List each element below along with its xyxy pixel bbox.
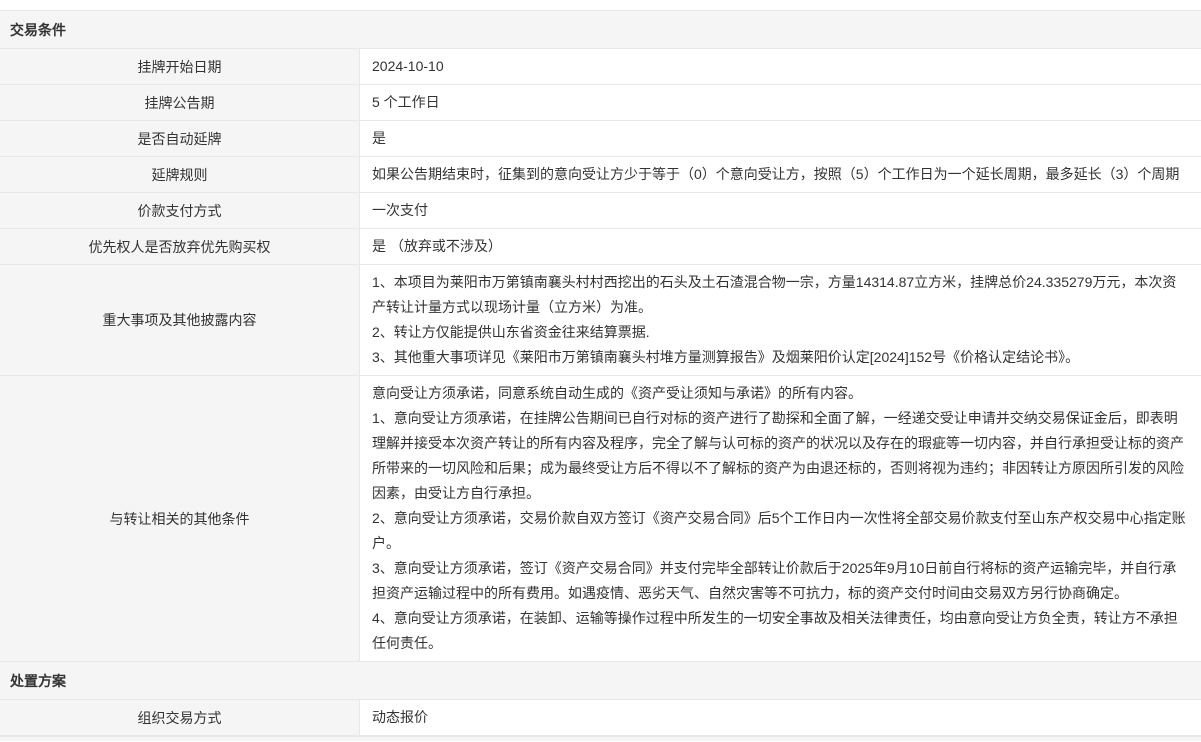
row-value: 是: [360, 121, 1201, 156]
row-label: 价款支付方式: [0, 193, 360, 228]
table-row: 挂牌开始日期 2024-10-10: [0, 49, 1201, 85]
row-label: 挂牌开始日期: [0, 49, 360, 84]
row-label: 挂牌公告期: [0, 85, 360, 120]
row-value: 意向受让方须承诺，同意系统自动生成的《资产受让须知与承诺》的所有内容。1、意向受…: [360, 376, 1201, 661]
value-paragraph: 如果公告期结束时，征集到的意向受让方少于等于（0）个意向受让方，按照（5）个工作…: [372, 162, 1189, 187]
row-label: 重大事项及其他披露内容: [0, 265, 360, 375]
row-value: 1、本项目为莱阳市万第镇南襄头村村西挖出的石头及土石渣混合物一宗，方量14314…: [360, 265, 1201, 375]
table-row: 组织交易方式 动态报价: [0, 700, 1201, 736]
value-paragraph: 4、意向受让方须承诺，在装卸、运输等操作过程中所发生的一切安全事故及相关法律责任…: [372, 606, 1189, 656]
row-value: 5 个工作日: [360, 85, 1201, 120]
row-label-text: 是否自动延牌: [138, 129, 222, 149]
transaction-info-table: 交易条件挂牌开始日期 2024-10-10 挂牌公告期 5 个工作日是否自动延牌 是延牌…: [0, 10, 1201, 736]
section-title: 交易条件: [10, 20, 66, 40]
row-label-text: 价款支付方式: [138, 201, 222, 221]
row-value: 动态报价: [360, 700, 1201, 735]
section-header: 交易条件: [0, 11, 1201, 49]
value-paragraph: 动态报价: [372, 705, 1189, 730]
table-row: 挂牌公告期 5 个工作日: [0, 85, 1201, 121]
value-paragraph: 2、意向受让方须承诺，交易价款自双方签订《资产交易合同》后5个工作日内一次性将全…: [372, 506, 1189, 556]
row-value: 一次支付: [360, 193, 1201, 228]
table-row: 延牌规则 如果公告期结束时，征集到的意向受让方少于等于（0）个意向受让方，按照（5…: [0, 157, 1201, 193]
value-paragraph: 2、转让方仅能提供山东省资金往来结算票据.: [372, 320, 1189, 345]
row-label-text: 组织交易方式: [138, 708, 222, 728]
row-label-text: 延牌规则: [152, 165, 208, 185]
asset-transaction-detail-page: 交易条件挂牌开始日期 2024-10-10 挂牌公告期 5 个工作日是否自动延牌 是延牌…: [0, 0, 1201, 742]
row-label: 是否自动延牌: [0, 121, 360, 156]
row-label: 延牌规则: [0, 157, 360, 192]
value-paragraph: 3、其他重大事项详见《莱阳市万第镇南襄头村堆方量测算报告》及烟莱阳价认定[202…: [372, 345, 1189, 370]
row-label-text: 与转让相关的其他条件: [110, 509, 250, 529]
row-label: 组织交易方式: [0, 700, 360, 735]
row-value: 是 （放弃或不涉及）: [360, 229, 1201, 264]
value-paragraph: 3、意向受让方须承诺，签订《资产交易合同》并支付完毕全部转让价款后于2025年9…: [372, 556, 1189, 606]
row-label-text: 重大事项及其他披露内容: [103, 310, 257, 330]
row-value: 如果公告期结束时，征集到的意向受让方少于等于（0）个意向受让方，按照（5）个工作…: [360, 157, 1201, 192]
value-paragraph: 是 （放弃或不涉及）: [372, 234, 1189, 259]
value-paragraph: 意向受让方须承诺，同意系统自动生成的《资产受让须知与承诺》的所有内容。: [372, 381, 1189, 406]
row-label: 优先权人是否放弃优先购买权: [0, 229, 360, 264]
row-value: 2024-10-10: [360, 49, 1201, 84]
row-label-text: 挂牌公告期: [145, 93, 215, 113]
value-paragraph: 2024-10-10: [372, 54, 1189, 79]
table-row: 与转让相关的其他条件 意向受让方须承诺，同意系统自动生成的《资产受让须知与承诺》的…: [0, 376, 1201, 662]
table-row: 是否自动延牌 是: [0, 121, 1201, 157]
section-title: 处置方案: [10, 671, 66, 691]
value-paragraph: 一次支付: [372, 198, 1189, 223]
table-row: 价款支付方式 一次支付: [0, 193, 1201, 229]
value-paragraph: 是: [372, 126, 1189, 151]
table-row: 重大事项及其他披露内容 1、本项目为莱阳市万第镇南襄头村村西挖出的石头及土石渣混合…: [0, 265, 1201, 376]
row-label: 与转让相关的其他条件: [0, 376, 360, 661]
next-section-peek: [0, 736, 1201, 741]
row-label-text: 优先权人是否放弃优先购买权: [89, 237, 271, 257]
row-label-text: 挂牌开始日期: [138, 57, 222, 77]
value-paragraph: 1、意向受让方须承诺，在挂牌公告期间已自行对标的资产进行了勘探和全面了解，一经递…: [372, 406, 1189, 506]
value-paragraph: 1、本项目为莱阳市万第镇南襄头村村西挖出的石头及土石渣混合物一宗，方量14314…: [372, 270, 1189, 320]
section-header: 处置方案: [0, 662, 1201, 700]
table-row: 优先权人是否放弃优先购买权 是 （放弃或不涉及）: [0, 229, 1201, 265]
value-paragraph: 5 个工作日: [372, 90, 1189, 115]
